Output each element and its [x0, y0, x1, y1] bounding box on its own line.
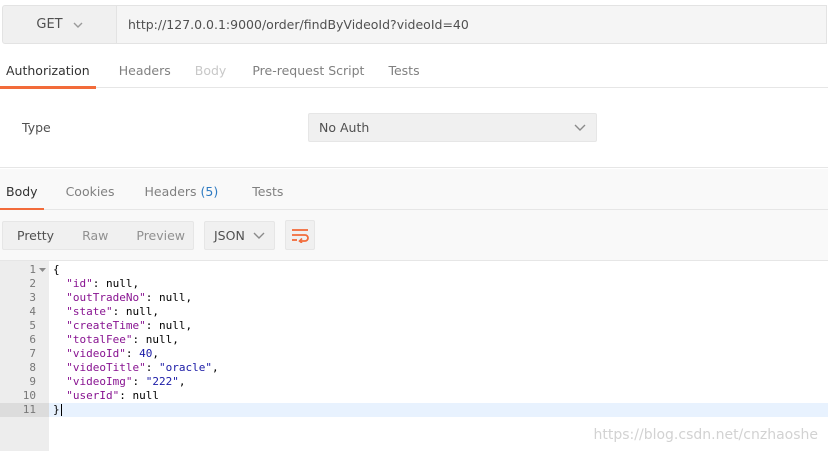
tab-label: Cookies — [65, 184, 115, 199]
request-tabs: Authorization Headers Body Pre-request S… — [0, 56, 828, 89]
response-body-editor[interactable]: 1 { 2 "id": null, 3 "outTradeNo": null, … — [0, 260, 828, 451]
method-label: GET — [36, 17, 63, 32]
chevron-down-icon — [73, 22, 83, 28]
tab-label: Headers — [118, 63, 171, 78]
tab-response-body[interactable]: Body — [0, 169, 44, 211]
tab-tests[interactable]: Tests — [382, 56, 425, 88]
preview-button[interactable]: Preview — [122, 222, 199, 249]
tab-response-headers[interactable]: Headers (5) — [139, 169, 225, 210]
code-line: 10 "userId": null — [0, 389, 828, 403]
code-text: "videoImg": "222", — [66, 375, 186, 388]
line-number: 4 — [29, 305, 36, 318]
code-text: "userId": null — [66, 389, 159, 402]
tab-label: Headers — [144, 184, 197, 199]
code-text: "createTime": null, — [66, 319, 193, 332]
line-number: 9 — [29, 375, 36, 388]
auth-type-value: No Auth — [319, 120, 370, 135]
method-select[interactable]: GET — [2, 5, 117, 44]
code-text: } — [53, 403, 62, 416]
raw-button[interactable]: Raw — [68, 222, 122, 249]
tab-label: Body — [6, 184, 38, 199]
response-panel: Body Cookies Headers (5) Tests Pretty Raw… — [0, 169, 828, 451]
tab-label: Body — [194, 63, 227, 78]
format-select[interactable]: JSON — [204, 221, 275, 250]
line-number: 6 — [29, 333, 36, 346]
view-mode-group: Pretty Raw Preview — [2, 221, 194, 250]
headers-count: (5) — [200, 184, 219, 199]
tab-authorization[interactable]: Authorization — [0, 56, 96, 89]
tab-pre-request-script[interactable]: Pre-request Script — [246, 56, 370, 88]
tab-cookies[interactable]: Cookies — [60, 169, 121, 210]
code-text: "outTradeNo": null, — [66, 291, 193, 304]
code-text: "state": null, — [66, 305, 159, 318]
line-number: 11 — [0, 403, 49, 417]
code-line: 1 { — [0, 263, 828, 277]
url-input[interactable]: http://127.0.0.1:9000/order/findByVideoI… — [117, 5, 827, 44]
code-text: "videoId": 40, — [66, 347, 159, 360]
code-line: 5 "createTime": null, — [0, 319, 828, 333]
line-number: 10 — [22, 389, 36, 402]
line-number: 3 — [29, 291, 36, 304]
code-text: { — [53, 263, 60, 276]
text-cursor — [60, 404, 62, 416]
code-line: 8 "videoTitle": "oracle", — [0, 361, 828, 375]
auth-panel: Type No Auth — [0, 88, 828, 168]
code-text: "totalFee": null, — [66, 333, 179, 346]
response-tabs: Body Cookies Headers (5) Tests — [0, 169, 828, 211]
code-line: 9 "videoImg": "222", — [0, 375, 828, 389]
tab-label: Tests — [252, 184, 284, 199]
code-line-current: 11 } — [0, 403, 828, 417]
line-number: 2 — [29, 277, 36, 290]
wrap-lines-icon — [292, 229, 309, 243]
tab-label: Authorization — [6, 63, 90, 78]
code-line: 6 "totalFee": null, — [0, 333, 828, 347]
response-toolbar: Pretty Raw Preview JSON — [0, 210, 828, 260]
format-value: JSON — [214, 228, 245, 243]
auth-type-label: Type — [22, 120, 51, 135]
line-number: 5 — [29, 319, 36, 332]
watermark: https://blog.csdn.net/cnzhaoshe — [593, 427, 818, 443]
tab-label: Tests — [388, 63, 420, 78]
tab-headers[interactable]: Headers — [113, 56, 177, 88]
fold-arrow-icon[interactable] — [39, 267, 46, 273]
pretty-button[interactable]: Pretty — [3, 222, 68, 249]
chevron-down-icon — [253, 232, 265, 239]
tab-response-tests[interactable]: Tests — [246, 169, 289, 210]
code-line: 4 "state": null, — [0, 305, 828, 319]
chevron-down-icon — [574, 124, 586, 131]
code-line: 7 "videoId": 40, — [0, 347, 828, 361]
code-text: "videoTitle": "oracle", — [66, 361, 219, 374]
tab-label: Pre-request Script — [252, 63, 365, 78]
request-bar: GET http://127.0.0.1:9000/order/findByVi… — [0, 0, 828, 49]
code-text: "id": null, — [66, 277, 140, 290]
tab-body[interactable]: Body — [189, 56, 233, 88]
code-line: 2 "id": null, — [0, 277, 828, 291]
code-line: 3 "outTradeNo": null, — [0, 291, 828, 305]
wrap-lines-button[interactable] — [285, 220, 315, 250]
line-number: 8 — [29, 361, 36, 374]
url-text: http://127.0.0.1:9000/order/findByVideoI… — [128, 17, 469, 32]
auth-type-select[interactable]: No Auth — [308, 113, 597, 142]
line-number: 7 — [29, 347, 36, 360]
